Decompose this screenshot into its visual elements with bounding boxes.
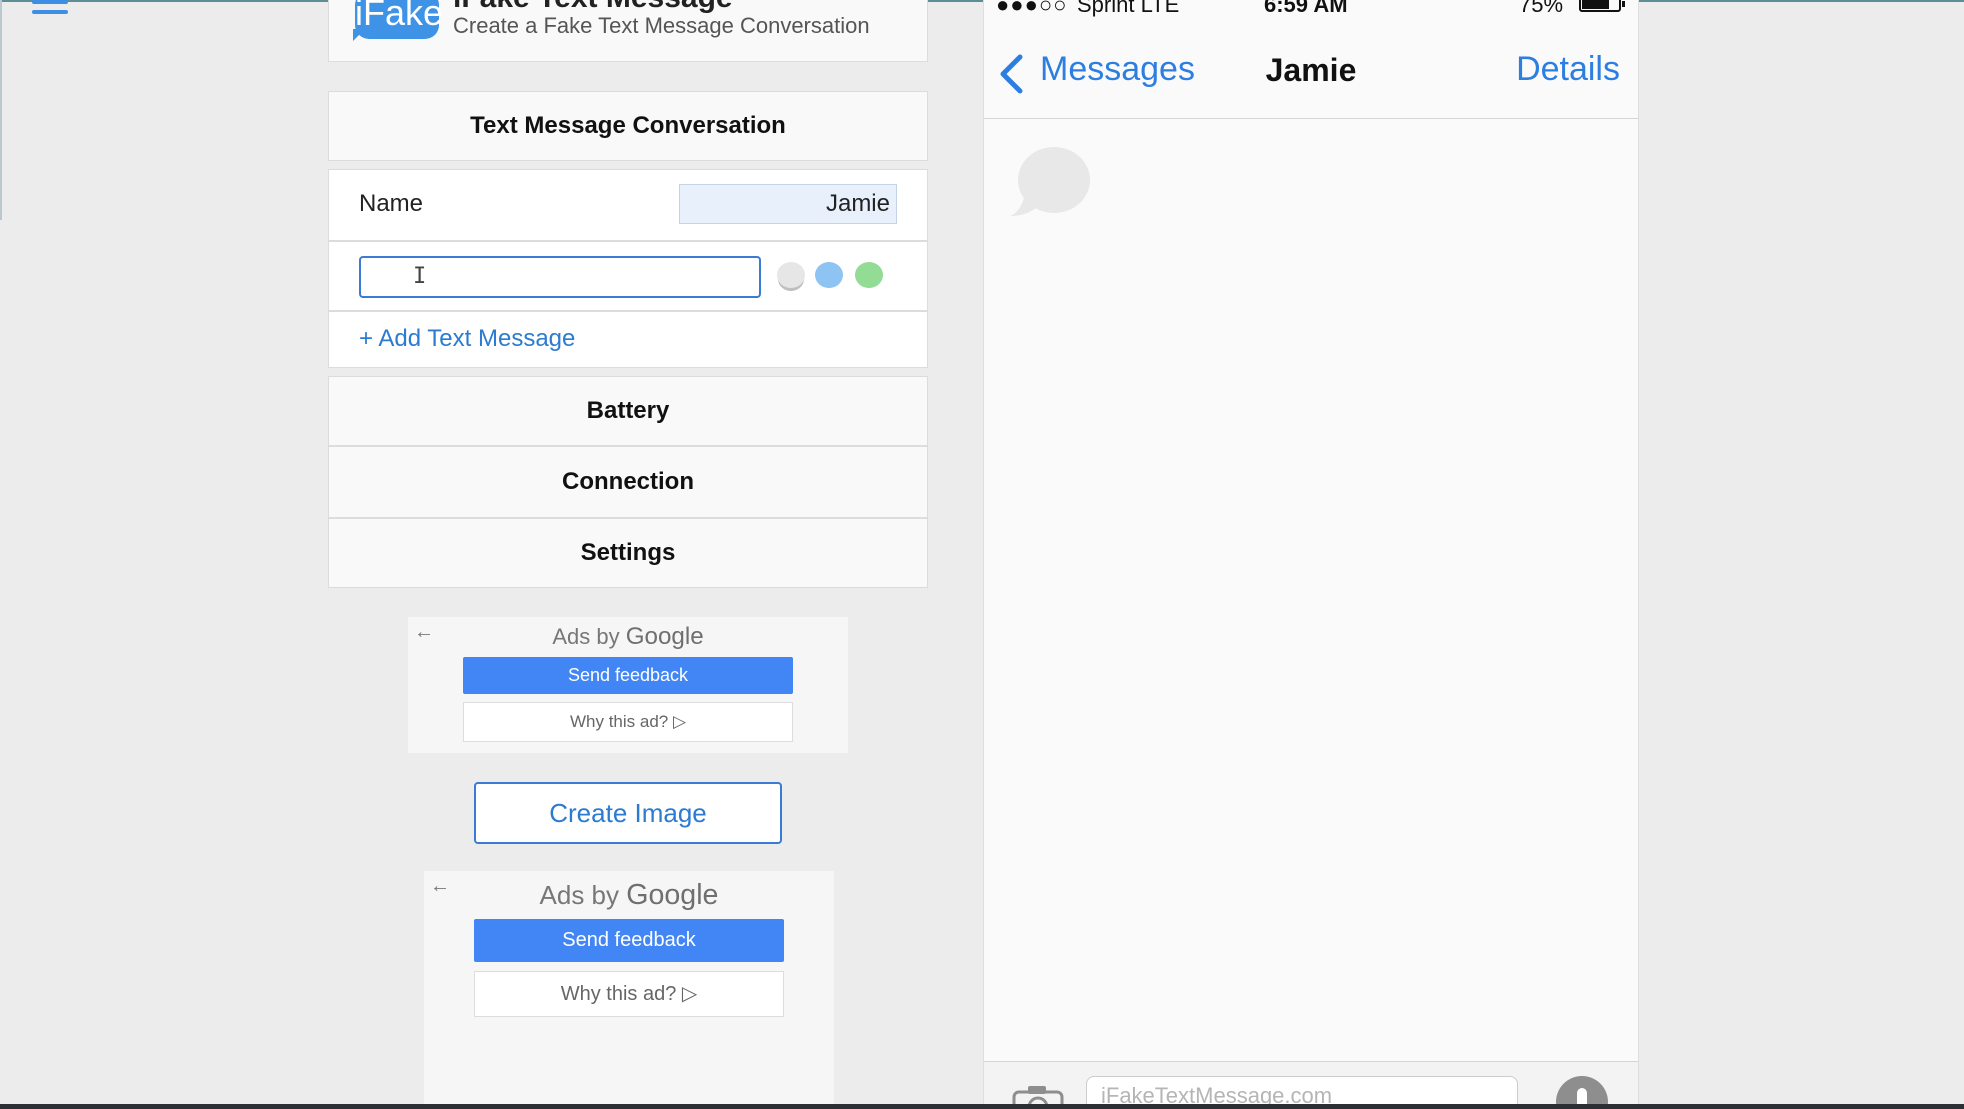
ad-panel: ← Ads by Google Send feedback Why this a… [408, 617, 848, 753]
create-image-button[interactable]: Create Image [474, 782, 782, 844]
message-input[interactable]: I [359, 256, 761, 298]
why-this-ad-button[interactable]: Why this ad? ▷ [474, 971, 784, 1017]
phone-preview: ●●●○○ Sprint LTE 6:59 AM 75% Messages Ja… [983, 0, 1639, 1104]
add-message-row: + Add Text Message [328, 311, 928, 368]
compose-input[interactable]: iFakeTextMessage.com [1086, 1076, 1518, 1104]
carrier-label: Sprint LTE [1077, 0, 1180, 17]
logo-bubble-tail [353, 29, 365, 41]
section-settings-header[interactable]: Settings [328, 518, 928, 588]
battery-percent: 75% [1519, 0, 1564, 17]
name-row: Name Jamie [328, 169, 928, 241]
microphone-icon[interactable] [1556, 1076, 1608, 1104]
gray-bubble-option[interactable] [777, 262, 805, 288]
battery-icon [1579, 0, 1621, 12]
section-conversation-header[interactable]: Text Message Conversation [328, 91, 928, 161]
app-logo: iFake [355, 0, 443, 39]
ads-by-google-label: Ads by Google [539, 879, 719, 911]
status-time: 6:59 AM [1264, 0, 1348, 17]
app-subtitle: Create a Fake Text Message Conversation [453, 13, 870, 38]
ads-by-google-label: Ads by Google [552, 623, 704, 650]
why-this-ad-button[interactable]: Why this ad? ▷ [463, 702, 793, 742]
signal-strength: ●●●○○ [996, 0, 1068, 17]
name-label: Name [359, 190, 424, 217]
details-button[interactable]: Details [1516, 50, 1620, 89]
messages-nav-bar: Messages Jamie Details [984, 30, 1638, 119]
add-text-message-link[interactable]: + Add Text Message [359, 325, 575, 353]
typing-bubble-icon [1010, 147, 1090, 216]
section-connection-header[interactable]: Connection [328, 446, 928, 518]
window-top-edge [0, 0, 1964, 2]
green-bubble-option[interactable] [855, 262, 883, 288]
section-battery-header[interactable]: Battery [328, 376, 928, 446]
status-bar: ●●●○○ Sprint LTE 6:59 AM 75% [984, 0, 1638, 18]
hamburger-menu-icon[interactable] [32, 0, 68, 26]
message-row: I [328, 241, 928, 311]
camera-icon[interactable] [1012, 1084, 1064, 1104]
text-cursor-icon: I [413, 264, 427, 289]
blue-bubble-option[interactable] [815, 262, 843, 288]
window-bottom-edge [0, 1104, 1964, 1109]
app-header: iFake iFake Text Message Create a Fake T… [328, 0, 928, 62]
window-left-edge [0, 0, 2, 220]
battery-nub [1622, 1, 1625, 7]
compose-bar: iFakeTextMessage.com [984, 1061, 1638, 1104]
send-feedback-button[interactable]: Send feedback [474, 919, 784, 962]
ad-panel: ← Ads by Google Send feedback Why this a… [424, 871, 834, 1107]
send-feedback-button[interactable]: Send feedback [463, 657, 793, 694]
name-input[interactable]: Jamie [679, 184, 897, 224]
